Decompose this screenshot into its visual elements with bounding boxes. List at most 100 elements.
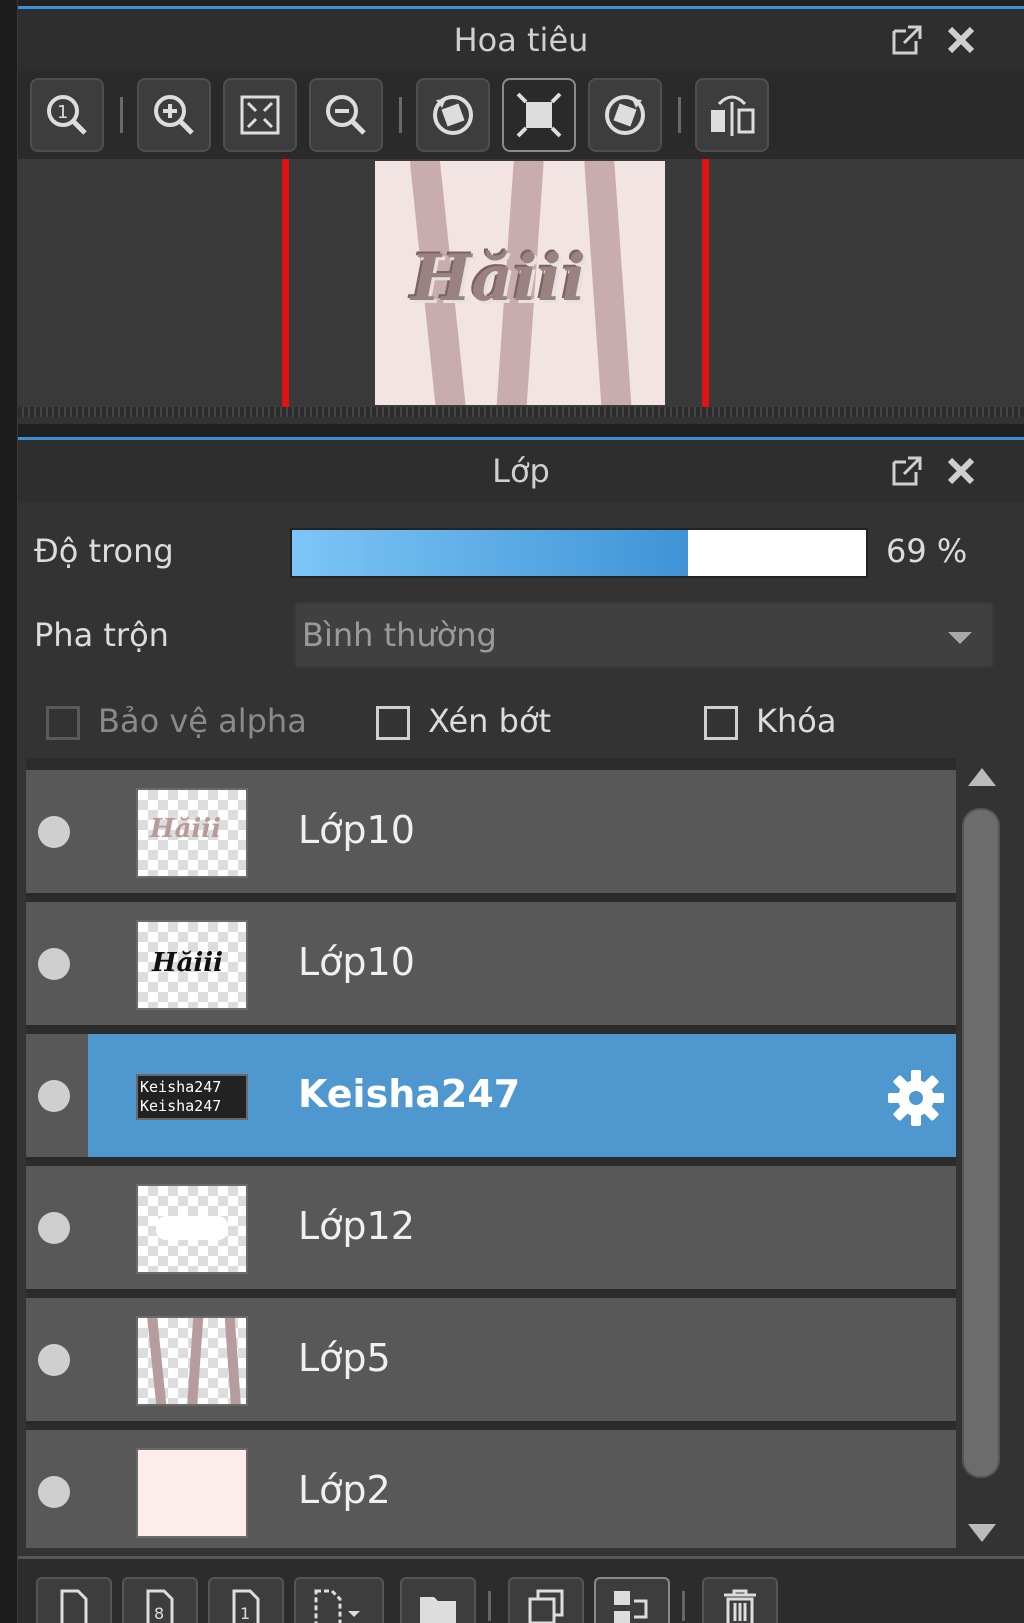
flip-horizontal-icon	[711, 95, 755, 136]
view-boundary-left	[282, 159, 289, 407]
layer-thumbnail: Hăiii	[136, 920, 248, 1010]
zoom-in-button[interactable]	[137, 78, 211, 152]
new-layer-button[interactable]	[36, 1577, 112, 1623]
svg-text:1: 1	[57, 102, 68, 123]
layer-row-selected[interactable]: Keisha247 Keisha247 Keisha247	[26, 1034, 956, 1160]
toolbar-separator	[678, 97, 681, 133]
opacity-value: 69 %	[886, 532, 968, 570]
layer-row[interactable]: Hăiii Lớp10	[26, 770, 956, 896]
zoom-actual-button[interactable]: 1	[30, 78, 104, 152]
navigator-titlebar: Hoa tiêu	[18, 9, 1024, 71]
visibility-toggle[interactable]	[38, 816, 70, 848]
popout-icon[interactable]	[890, 454, 924, 488]
zoom-in-icon	[154, 95, 194, 135]
merge-down-button[interactable]	[594, 1577, 670, 1623]
new-1bit-layer-button[interactable]: 1	[208, 1577, 284, 1623]
popout-icon[interactable]	[890, 23, 924, 57]
chevron-down-icon	[948, 632, 972, 644]
layer-list: Hăiii Lớp10 Hăiii Lớp10 Keisha247 Keisha2…	[26, 758, 956, 1548]
new-folder-button[interactable]	[400, 1577, 476, 1623]
blend-label: Pha trộn	[34, 616, 169, 654]
layer-thumbnail: Keisha247 Keisha247	[136, 1074, 248, 1120]
zoom-out-button[interactable]	[309, 78, 383, 152]
clipping-checkbox[interactable]	[376, 706, 410, 740]
rotate-left-button[interactable]	[416, 78, 490, 152]
visibility-toggle[interactable]	[38, 1476, 70, 1508]
splitter[interactable]	[18, 407, 1024, 417]
layer-name: Keisha247	[298, 1072, 521, 1116]
scroll-up-arrow-icon[interactable]	[968, 768, 996, 786]
layer-thumbnail	[136, 1448, 248, 1538]
rotate-right-button[interactable]	[588, 78, 662, 152]
new-8bit-layer-button[interactable]: 8	[122, 1577, 198, 1623]
visibility-toggle[interactable]	[38, 948, 70, 980]
layer-title: Lớp	[492, 452, 550, 490]
layer-bottom-toolbar: 8 1	[18, 1556, 1024, 1623]
layer-options-row: Bảo vệ alpha Xén bớt Khóa	[18, 700, 1024, 750]
rotate-left-icon	[433, 95, 473, 135]
delete-layer-button[interactable]	[702, 1577, 778, 1623]
layer-row[interactable]: Lớp5	[26, 1298, 956, 1424]
layer-thumbnail: Hăiii	[136, 788, 248, 878]
merge-down-icon	[614, 1591, 648, 1623]
layer-thumbnail	[136, 1184, 248, 1274]
canvas-art-text: Hăiii	[411, 241, 586, 316]
new-1bit-layer-icon: 1	[232, 1589, 260, 1623]
layer-name: Lớp5	[298, 1336, 391, 1380]
layer-type-dropdown-icon	[314, 1589, 360, 1623]
fit-screen-icon	[516, 92, 562, 138]
layer-name: Lớp10	[298, 940, 415, 984]
layer-scrollbar[interactable]	[956, 758, 1006, 1548]
fit-window-icon	[240, 95, 280, 135]
rotate-right-icon	[605, 95, 645, 135]
folder-icon	[420, 1597, 456, 1623]
new-8bit-layer-icon: 8	[146, 1589, 174, 1623]
blend-mode-select[interactable]: Bình thường	[294, 602, 994, 668]
fit-window-button[interactable]	[223, 78, 297, 152]
svg-text:1: 1	[240, 1604, 250, 1623]
gear-icon[interactable]	[886, 1068, 946, 1128]
layer-row[interactable]: Hăiii Lớp10	[26, 902, 956, 1028]
scroll-down-arrow-icon[interactable]	[968, 1524, 996, 1542]
zoom-actual-icon: 1	[47, 95, 87, 135]
zoom-out-icon	[326, 95, 366, 135]
scrollbar-thumb[interactable]	[962, 808, 1000, 1478]
fit-screen-button[interactable]	[502, 78, 576, 152]
new-layer-icon	[60, 1589, 88, 1623]
protect-alpha-label: Bảo vệ alpha	[98, 702, 307, 740]
lock-label: Khóa	[756, 702, 837, 740]
opacity-row: Độ trong 69 %	[18, 528, 1024, 584]
duplicate-layer-button[interactable]	[508, 1577, 584, 1623]
layer-name: Lớp2	[298, 1468, 391, 1512]
layer-row[interactable]: Lớp12	[26, 1166, 956, 1292]
close-icon[interactable]	[944, 23, 978, 57]
opacity-slider[interactable]	[290, 528, 868, 578]
lock-checkbox[interactable]	[704, 706, 738, 740]
svg-text:8: 8	[154, 1604, 164, 1623]
protect-alpha-checkbox[interactable]	[46, 706, 80, 740]
duplicate-icon	[528, 1589, 564, 1623]
layer-name: Lớp10	[298, 808, 415, 852]
visibility-toggle[interactable]	[38, 1344, 70, 1376]
opacity-label: Độ trong	[34, 532, 174, 570]
left-edge	[0, 0, 18, 1623]
navigator-preview[interactable]: Hăiii	[18, 159, 1024, 407]
layer-row[interactable]: Lớp2	[26, 1430, 956, 1548]
flip-horizontal-button[interactable]	[695, 78, 769, 152]
opacity-slider-fill	[292, 530, 689, 576]
canvas-thumbnail: Hăiii	[375, 161, 665, 405]
trash-icon	[724, 1589, 756, 1623]
layer-name: Lớp12	[298, 1204, 415, 1248]
new-layer-dropdown-button[interactable]	[294, 1577, 384, 1623]
visibility-toggle[interactable]	[38, 1080, 70, 1112]
toolbar-separator	[682, 1591, 685, 1621]
navigator-panel: Hoa tiêu 1 Hăiii	[18, 6, 1024, 424]
layer-titlebar: Lớp	[18, 440, 1024, 502]
navigator-title: Hoa tiêu	[453, 21, 589, 59]
layer-thumbnail	[136, 1316, 248, 1406]
toolbar-separator	[120, 97, 123, 133]
visibility-toggle[interactable]	[38, 1212, 70, 1244]
close-icon[interactable]	[944, 454, 978, 488]
blend-mode-value: Bình thường	[302, 616, 497, 654]
toolbar-separator	[399, 97, 402, 133]
